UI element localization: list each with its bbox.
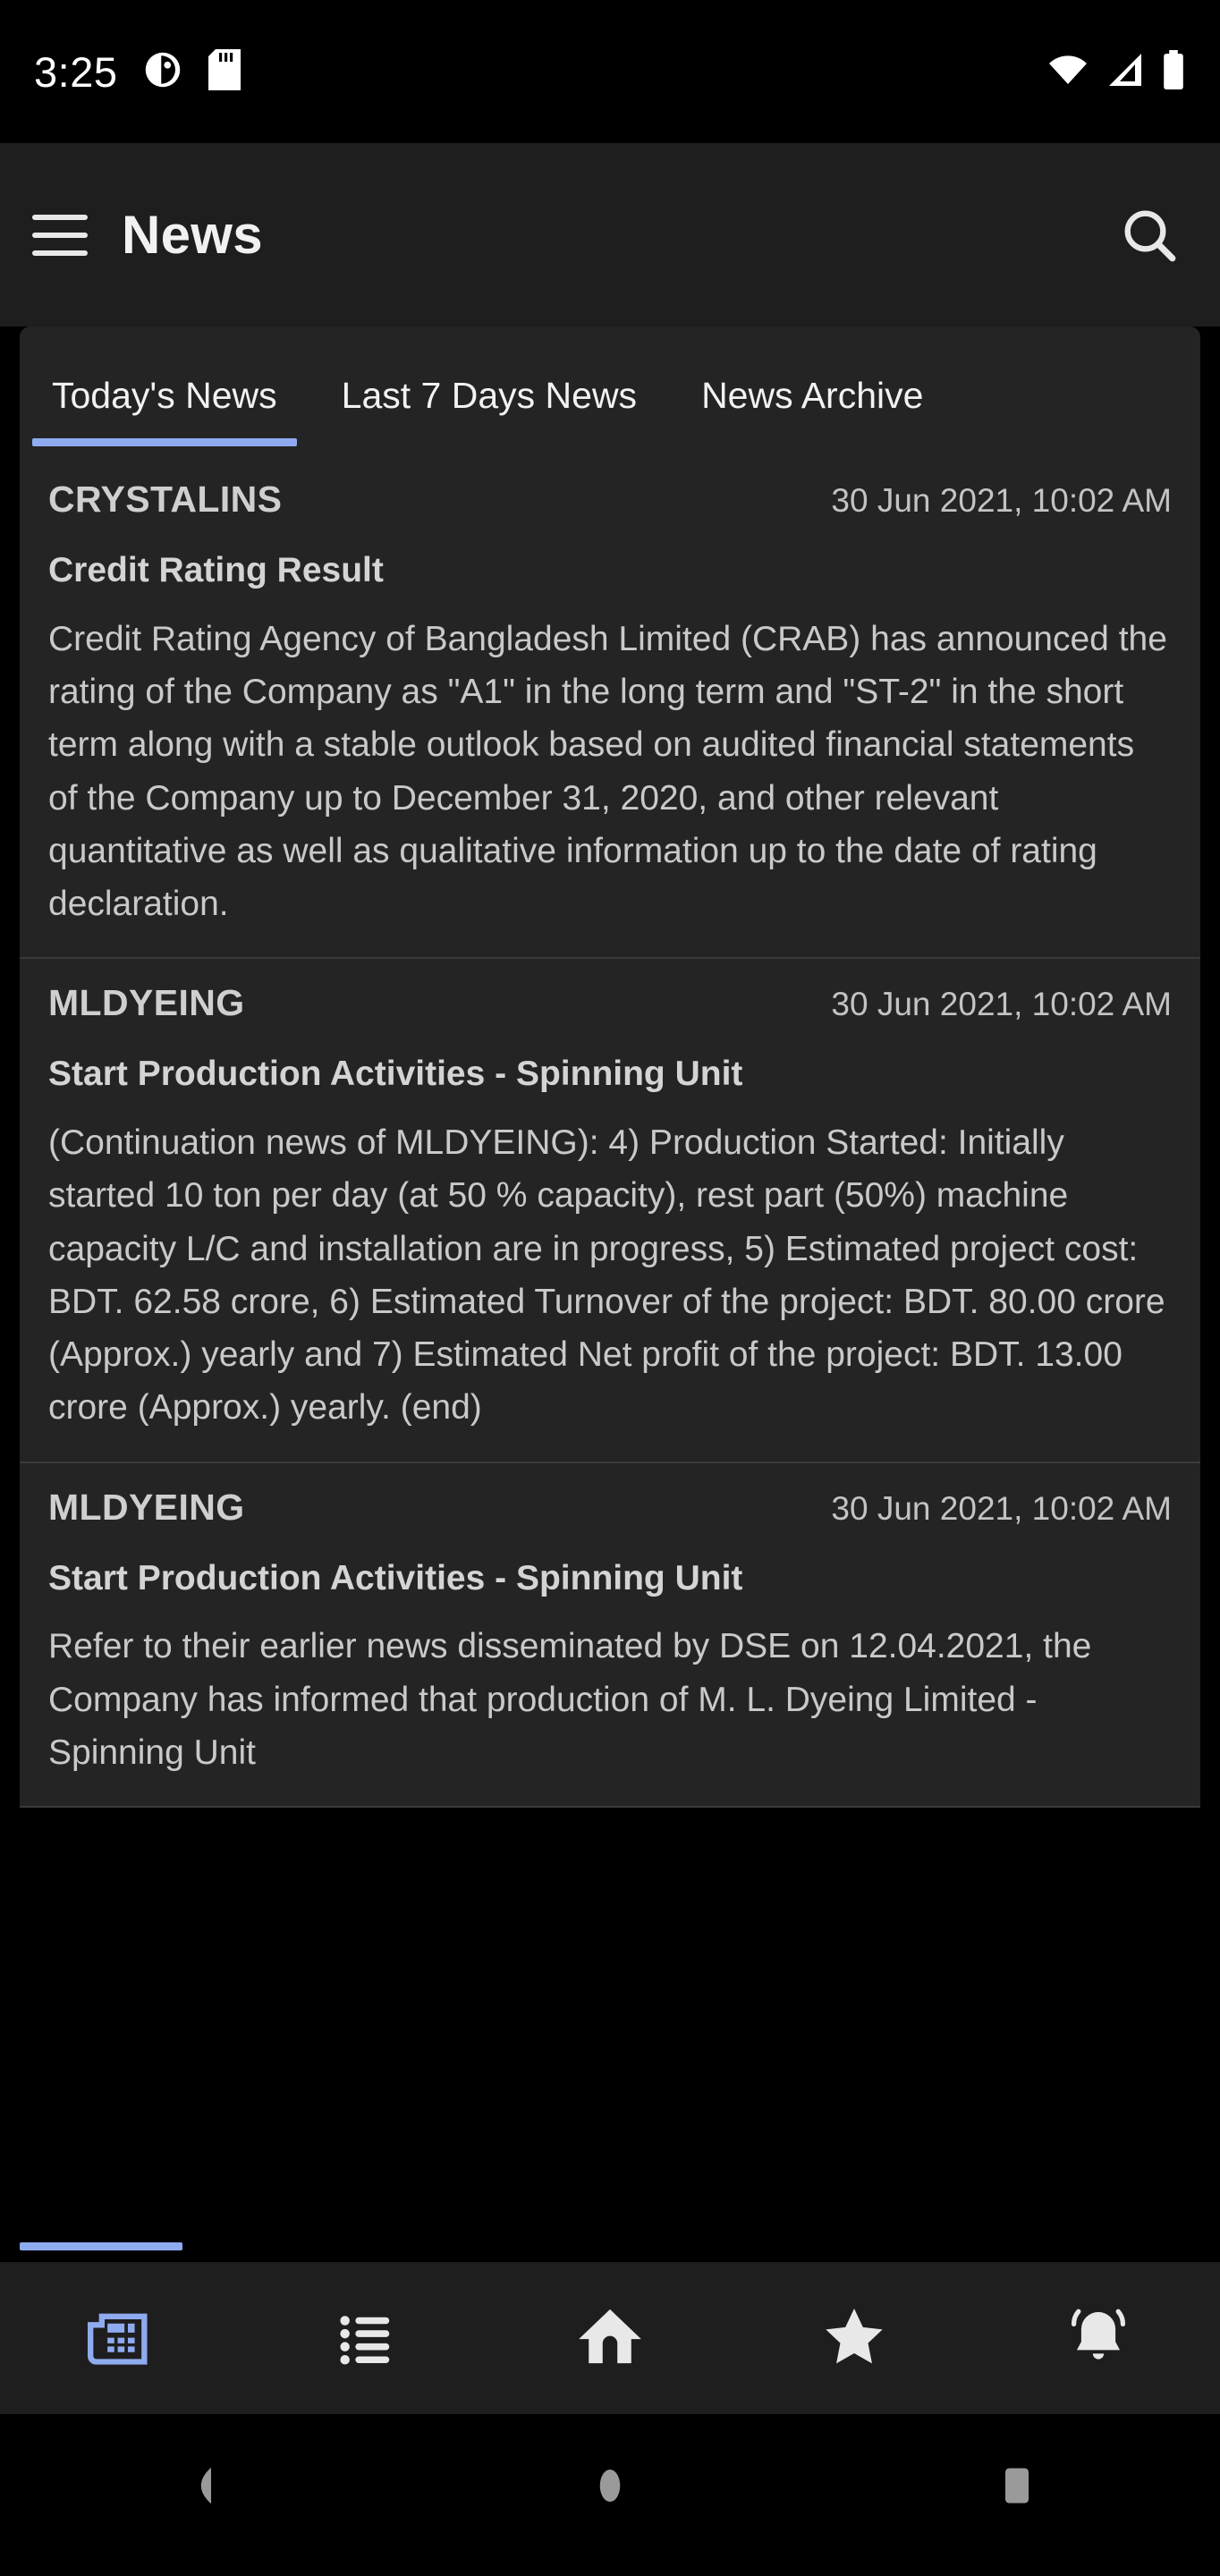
hamburger-line bbox=[32, 250, 88, 256]
newspaper-icon bbox=[88, 2302, 156, 2375]
battery-icon bbox=[1161, 49, 1186, 94]
tab-last-7-days-news[interactable]: Last 7 Days News bbox=[309, 326, 669, 455]
news-company: MLDYEING bbox=[48, 982, 245, 1024]
nav-item-list[interactable] bbox=[285, 2262, 446, 2414]
star-icon bbox=[820, 2302, 888, 2375]
tab-news-archive[interactable]: News Archive bbox=[669, 326, 955, 455]
news-item[interactable]: MLDYEING 30 Jun 2021, 10:02 AM Start Pro… bbox=[20, 959, 1200, 1463]
news-title: Credit Rating Result bbox=[48, 551, 384, 589]
hamburger-line bbox=[32, 214, 88, 220]
app-bar: News bbox=[0, 143, 1220, 326]
status-time: 3:25 bbox=[34, 47, 118, 96]
news-item-header: MLDYEING 30 Jun 2021, 10:02 AM bbox=[48, 982, 1172, 1024]
nav-item-notifications[interactable] bbox=[1018, 2262, 1179, 2414]
news-date: 30 Jun 2021, 10:02 AM bbox=[831, 1489, 1172, 1527]
list-icon bbox=[335, 2305, 397, 2372]
status-bar: 3:25 bbox=[0, 0, 1220, 143]
nav-item-favorites[interactable] bbox=[774, 2262, 935, 2414]
wifi-icon bbox=[1046, 52, 1089, 92]
news-title: Start Production Activities - Spinning U… bbox=[48, 1055, 743, 1094]
tab-todays-news[interactable]: Today's News bbox=[20, 326, 309, 455]
home-circle-icon[interactable] bbox=[530, 2414, 690, 2557]
scroll-indicator[interactable] bbox=[20, 2242, 182, 2250]
status-bar-left: 3:25 bbox=[34, 47, 241, 97]
news-item[interactable]: CRYSTALINS 30 Jun 2021, 10:02 AM Credit … bbox=[20, 455, 1200, 960]
news-body: Credit Rating Agency of Bangladesh Limit… bbox=[48, 619, 1167, 924]
sd-card-icon bbox=[208, 48, 241, 95]
tab-label: Last 7 Days News bbox=[341, 375, 638, 416]
hamburger-menu-icon[interactable] bbox=[32, 214, 88, 256]
tab-active-indicator bbox=[682, 438, 943, 446]
news-item[interactable]: MLDYEING 30 Jun 2021, 10:02 AM Start Pro… bbox=[20, 1463, 1200, 1809]
news-body: Refer to their earlier news disseminated… bbox=[48, 1627, 1092, 1772]
tab-active-indicator bbox=[322, 438, 657, 446]
phone-screen: 3:25 News Today's News Last 7 Days News … bbox=[0, 0, 1220, 2576]
do-not-disturb-icon bbox=[144, 51, 182, 93]
cellular-signal-icon bbox=[1106, 52, 1145, 92]
news-date: 30 Jun 2021, 10:02 AM bbox=[831, 482, 1172, 519]
news-title: Start Production Activities - Spinning U… bbox=[48, 1558, 743, 1597]
notification-bell-icon bbox=[1065, 2303, 1131, 2374]
nav-item-home[interactable] bbox=[530, 2262, 690, 2414]
status-bar-right bbox=[1046, 49, 1186, 94]
news-item-header: MLDYEING 30 Jun 2021, 10:02 AM bbox=[48, 1487, 1172, 1529]
news-body: (Continuation news of MLDYEING): 4) Prod… bbox=[48, 1123, 1165, 1428]
tab-label: Today's News bbox=[52, 375, 277, 416]
back-triangle-icon[interactable] bbox=[123, 2414, 284, 2557]
search-icon[interactable] bbox=[1111, 197, 1188, 274]
news-company: MLDYEING bbox=[48, 1486, 245, 1528]
news-item-header: CRYSTALINS 30 Jun 2021, 10:02 AM bbox=[48, 479, 1172, 521]
news-date: 30 Jun 2021, 10:02 AM bbox=[831, 986, 1172, 1023]
android-system-navigation bbox=[0, 2414, 1220, 2557]
tab-bar: Today's News Last 7 Days News News Archi… bbox=[20, 326, 1200, 455]
news-list-inner: CRYSTALINS 30 Jun 2021, 10:02 AM Credit … bbox=[20, 455, 1200, 1809]
home-icon bbox=[576, 2302, 644, 2375]
news-list[interactable]: CRYSTALINS 30 Jun 2021, 10:02 AM Credit … bbox=[0, 455, 1220, 2262]
nav-item-news[interactable] bbox=[41, 2262, 202, 2414]
recents-square-icon[interactable] bbox=[936, 2414, 1097, 2557]
page-title: News bbox=[122, 205, 263, 265]
bottom-navigation-bar bbox=[0, 2262, 1220, 2414]
tab-active-indicator bbox=[32, 438, 297, 446]
hamburger-line bbox=[32, 232, 88, 238]
tab-label: News Archive bbox=[701, 375, 924, 416]
news-company: CRYSTALINS bbox=[48, 479, 283, 520]
tab-bar-container: Today's News Last 7 Days News News Archi… bbox=[0, 326, 1220, 455]
